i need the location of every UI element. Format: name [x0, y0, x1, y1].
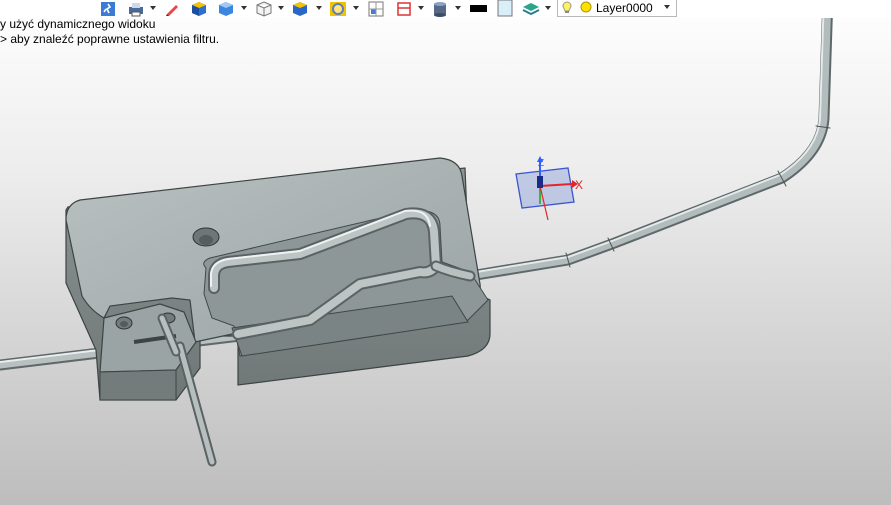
layer-state-icons	[562, 1, 592, 13]
cube-yellow-icon[interactable]	[291, 1, 309, 17]
render-icon[interactable]	[329, 1, 347, 17]
pipe-right	[464, 0, 834, 282]
layer-select[interactable]: Layer0000	[557, 0, 677, 17]
chevron-down-icon[interactable]	[278, 6, 284, 10]
color-swatch[interactable]	[470, 5, 487, 21]
viewport-3d[interactable]: X Z	[0, 0, 891, 505]
cube-wire-icon[interactable]	[255, 1, 273, 17]
walk-icon[interactable]	[100, 1, 116, 17]
hint-line-2: > aby znaleźć poprawne ustawienia filtru…	[0, 32, 220, 46]
chevron-down-icon[interactable]	[316, 6, 322, 10]
transparent-swatch[interactable]	[497, 0, 513, 17]
cylinder-icon[interactable]	[432, 1, 448, 17]
hint-message: y użyć dynamicznego widoku > aby znaleźć…	[0, 17, 219, 47]
section-view-icon[interactable]	[396, 1, 412, 17]
chevron-down-icon[interactable]	[545, 6, 551, 10]
chevron-down-icon[interactable]	[418, 6, 424, 10]
chevron-down-icon[interactable]	[150, 6, 156, 10]
printer-icon[interactable]	[127, 1, 145, 17]
cube-blue-icon[interactable]	[217, 1, 235, 17]
chevron-down-icon	[664, 5, 670, 9]
cube-shaded-icon[interactable]	[190, 1, 208, 17]
chevron-down-icon[interactable]	[455, 6, 461, 10]
layer-name: Layer0000	[596, 1, 653, 15]
chevron-down-icon[interactable]	[353, 6, 359, 10]
hint-line-1: y użyć dynamicznego widoku	[0, 17, 156, 31]
toolbar: Layer0000	[0, 0, 891, 18]
axis-z-label: Z	[538, 158, 544, 169]
mould-body	[65, 157, 491, 401]
layer-stack-icon[interactable]	[522, 1, 540, 17]
chevron-down-icon[interactable]	[241, 6, 247, 10]
axis-x-label: X	[575, 178, 583, 192]
pencil-icon[interactable]	[164, 1, 180, 17]
coordinate-triad[interactable]: X Z	[515, 156, 583, 221]
grid-view-icon[interactable]	[368, 1, 384, 17]
